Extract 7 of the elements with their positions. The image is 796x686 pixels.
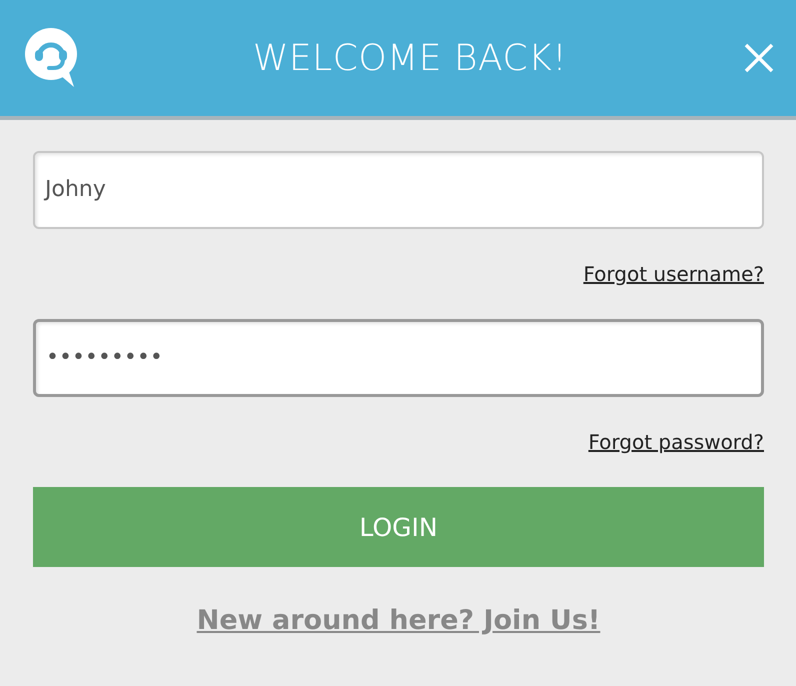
window-title: WELCOME BACK! — [252, 38, 568, 78]
headset-chat-icon — [24, 27, 80, 89]
close-icon — [744, 43, 774, 73]
forgot-password-link[interactable]: Forgot password? — [588, 430, 764, 454]
password-field[interactable]: ••••••••• — [33, 319, 764, 397]
username-field[interactable]: Johny — [33, 151, 764, 229]
forgot-username-link[interactable]: Forgot username? — [583, 262, 764, 286]
